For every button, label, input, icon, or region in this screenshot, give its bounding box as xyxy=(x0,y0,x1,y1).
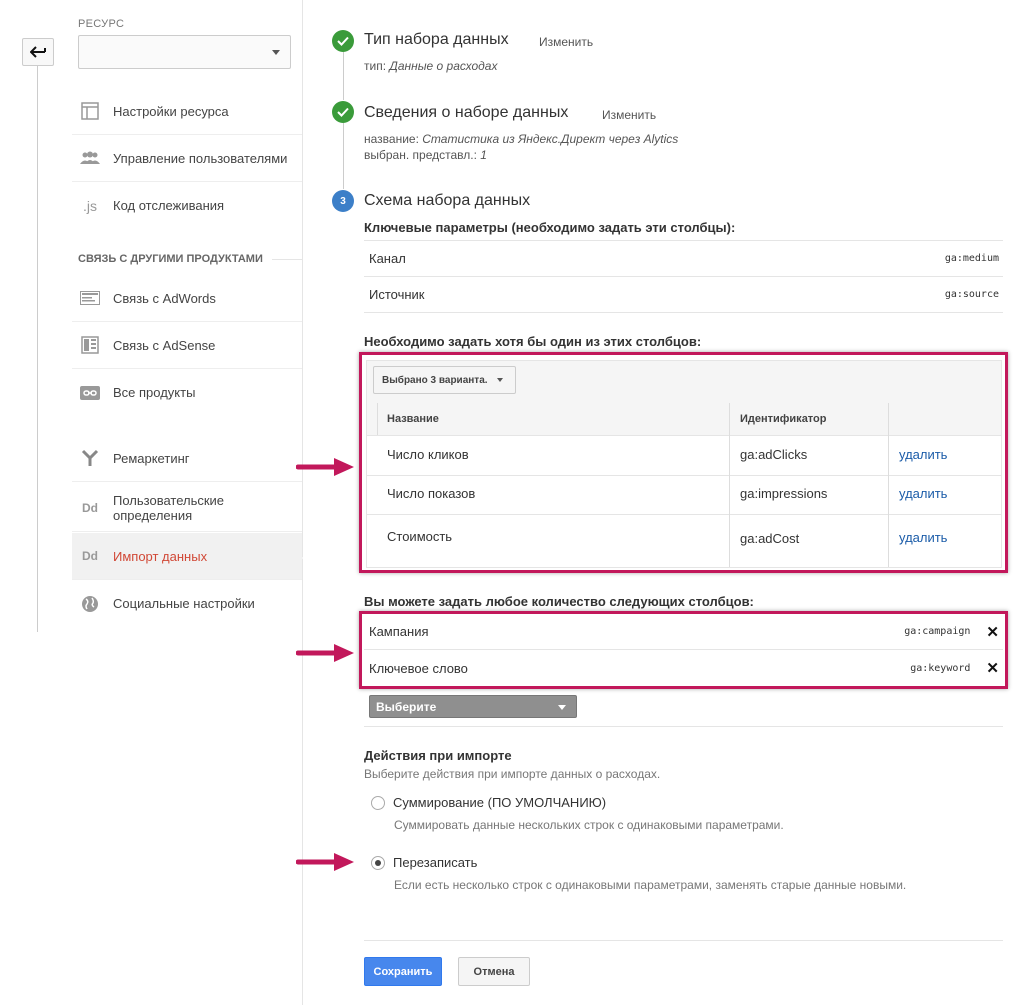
dd-icon: Dd xyxy=(82,549,98,563)
key-param-name: Канал xyxy=(369,251,406,266)
sidebar-item-remarketing[interactable]: Ремаркетинг xyxy=(72,435,302,482)
step1-title: Тип набора данных xyxy=(364,31,509,48)
sidebar-item-adwords[interactable]: Связь с AdWords xyxy=(72,275,302,322)
sidebar-item-label: Управление пользователями xyxy=(113,150,288,166)
sidebar-item-label: Настройки ресурса xyxy=(113,103,229,119)
adsense-icon xyxy=(80,335,100,355)
key-params-heading: Ключевые параметры (необходимо задать эт… xyxy=(364,220,736,235)
step3-number-icon: 3 xyxy=(332,190,354,212)
key-param-row: Источник ga:source xyxy=(364,277,1003,313)
add-column-select[interactable]: Выберите xyxy=(369,695,577,718)
step1-meta-label: тип: xyxy=(364,59,387,73)
step1-meta: тип: Данные о расходах xyxy=(364,59,497,73)
sidebar-item-custom-definitions[interactable]: Dd Пользовательские определения xyxy=(72,485,302,532)
layout-icon xyxy=(80,101,100,121)
step2-meta-name: название: Статистика из Яндекс.Директ че… xyxy=(364,132,678,146)
step1-done-icon xyxy=(332,30,354,52)
back-arrow-icon xyxy=(30,46,46,58)
select-label: Выберите xyxy=(376,699,437,714)
step2-done-icon xyxy=(332,101,354,123)
radio-sum-label[interactable]: Суммирование (ПО УМОЛЧАНИЮ) xyxy=(393,795,606,810)
sidebar-item-data-import[interactable]: Dd Импорт данных xyxy=(72,533,302,580)
cancel-button[interactable]: Отмена xyxy=(458,957,530,986)
annotation-arrow-icon xyxy=(296,642,356,664)
globe-icon xyxy=(80,594,100,614)
link-icon xyxy=(80,383,100,403)
sidebar-item-social-settings[interactable]: Социальные настройки xyxy=(72,580,302,627)
radio-sum[interactable] xyxy=(371,796,385,810)
key-param-id: ga:medium xyxy=(944,253,999,264)
adwords-icon xyxy=(80,288,100,308)
sidebar-item-user-management[interactable]: Управление пользователями xyxy=(72,135,302,182)
sidebar-item-label: Связь с AdSense xyxy=(113,337,216,353)
step2-view-label: выбран. представл.: xyxy=(364,148,477,162)
required-one-heading: Необходимо задать хотя бы один из этих с… xyxy=(364,334,702,349)
step2-name-label: название: xyxy=(364,132,419,146)
users-icon xyxy=(80,148,100,168)
chevron-down-icon xyxy=(272,50,280,55)
section-divider xyxy=(272,259,302,260)
radio-overwrite-desc: Если есть несколько строк с одинаковыми … xyxy=(394,878,907,892)
step1-edit-link[interactable]: Изменить xyxy=(539,35,593,49)
highlight-box-required xyxy=(359,352,1008,573)
highlight-box-optional xyxy=(359,611,1008,689)
resource-label: РЕСУРС xyxy=(78,18,125,30)
save-button[interactable]: Сохранить xyxy=(364,957,442,986)
sidebar-item-label: Ремаркетинг xyxy=(113,450,190,466)
optional-heading: Вы можете задать любое количество следую… xyxy=(364,594,754,609)
radio-sum-desc: Суммировать данные нескольких строк с од… xyxy=(394,818,784,832)
js-icon: .js xyxy=(83,197,97,214)
remarketing-icon xyxy=(80,448,100,468)
step-connector xyxy=(343,123,344,189)
divider xyxy=(364,940,1003,941)
step2-meta-view: выбран. представл.: 1 xyxy=(364,148,487,162)
dd-icon: Dd xyxy=(82,501,98,515)
import-actions-heading: Действия при импорте xyxy=(364,748,512,763)
sidebar-item-property-settings[interactable]: Настройки ресурса xyxy=(72,88,302,135)
radio-selected-dot xyxy=(375,860,381,866)
sidebar-item-all-products[interactable]: Все продукты xyxy=(72,369,302,416)
sidebar-item-label: Пользовательские определения xyxy=(113,493,224,523)
sidebar-item-label: Код отслеживания xyxy=(113,198,225,213)
key-param-row: Канал ga:medium xyxy=(364,241,1003,277)
step2-title: Сведения о наборе данных xyxy=(364,104,569,121)
annotation-arrow-icon xyxy=(296,851,356,873)
step3-title: Схема набора данных xyxy=(364,192,531,209)
sidebar-item-label-line1: Пользовательские xyxy=(113,493,225,508)
divider xyxy=(364,726,1003,727)
section-title-linking: СВЯЗЬ С ДРУГИМИ ПРОДУКТАМИ xyxy=(78,253,263,265)
sidebar-item-label: Связь с AdWords xyxy=(113,290,216,306)
left-rail-line xyxy=(37,62,38,632)
sidebar-item-label: Импорт данных xyxy=(113,548,208,564)
active-indicator xyxy=(302,549,311,567)
step-connector xyxy=(343,52,344,100)
step1-meta-value: Данные о расходах xyxy=(389,59,498,73)
key-param-name: Источник xyxy=(369,287,425,302)
radio-overwrite-label[interactable]: Перезаписать xyxy=(393,855,477,870)
sidebar-item-label: Социальные настройки xyxy=(113,596,255,611)
step2-view-value: 1 xyxy=(480,148,487,162)
key-param-id: ga:source xyxy=(944,289,999,300)
sidebar-item-tracking-code[interactable]: .js Код отслеживания xyxy=(72,182,302,229)
step2-name-value: Статистика из Яндекс.Директ через Alytic… xyxy=(422,132,679,146)
resource-select[interactable] xyxy=(78,35,291,69)
sidebar-item-label-line2: определения xyxy=(113,508,193,523)
chevron-down-icon xyxy=(558,705,566,710)
sidebar-item-label: Все продукты xyxy=(113,385,196,400)
annotation-arrow-icon xyxy=(296,456,356,478)
radio-overwrite[interactable] xyxy=(371,856,385,870)
step2-edit-link[interactable]: Изменить xyxy=(602,108,656,122)
back-button[interactable] xyxy=(22,38,54,66)
import-actions-subheading: Выберите действия при импорте данных о р… xyxy=(364,767,661,781)
sidebar-item-adsense[interactable]: Связь с AdSense xyxy=(72,322,302,369)
